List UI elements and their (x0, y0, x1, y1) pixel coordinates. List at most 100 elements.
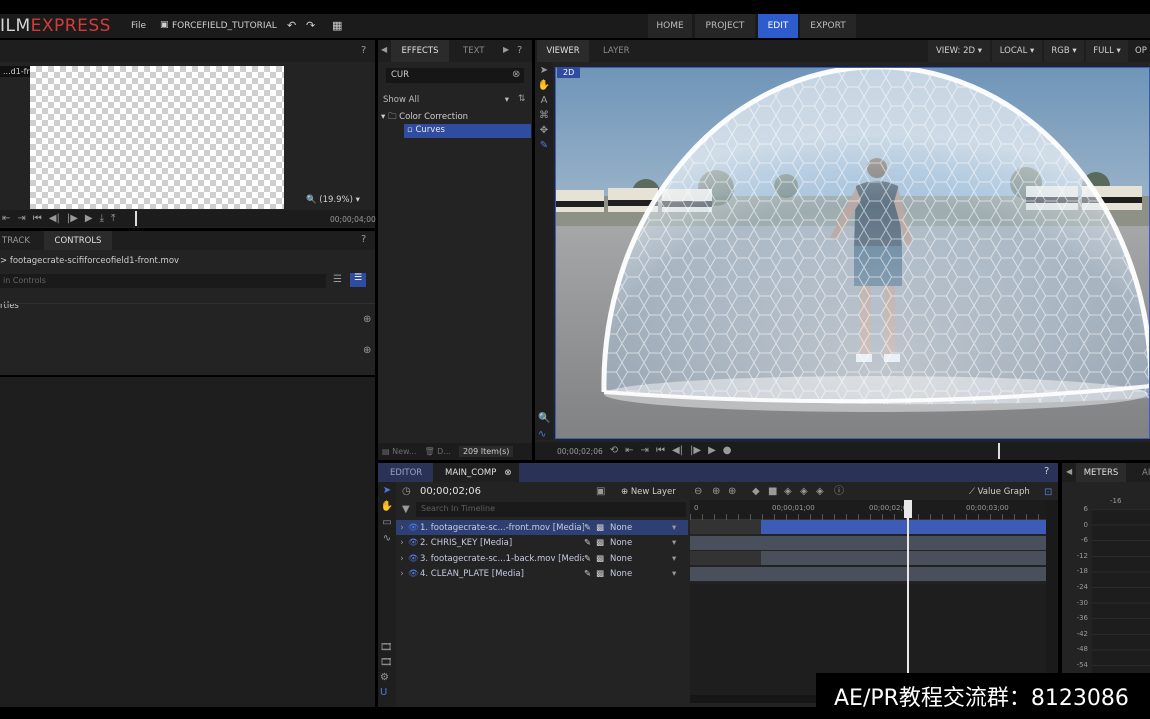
move-tool-icon[interactable]: ✥ (540, 126, 548, 136)
playhead[interactable] (135, 211, 137, 226)
effects-search-input[interactable]: CUR (386, 68, 524, 83)
keyframe-icon[interactable]: ◈ (800, 487, 808, 497)
nav-prev-icon[interactable]: ⊖ (694, 487, 702, 497)
effects-category[interactable]: ▾ 🗀 Color Correction (381, 111, 468, 125)
step-back-icon[interactable]: ◀| (672, 446, 683, 456)
add-icon[interactable]: ⊕ (363, 346, 371, 356)
pen-icon[interactable]: ✎ (584, 554, 596, 564)
help-icon[interactable]: ? (361, 235, 366, 245)
nav-next-icon[interactable]: ⊕ (728, 487, 736, 497)
eye-icon[interactable]: 👁 (408, 569, 420, 579)
tab-effects[interactable]: EFFECTS (391, 40, 449, 62)
controls-search-input[interactable]: in Controls (0, 274, 326, 288)
close-icon[interactable]: ⊗ (504, 468, 511, 478)
effects-item-curves[interactable]: ▫ Curves (404, 124, 531, 138)
tab-controls[interactable]: CONTROLS (44, 231, 112, 250)
step-fwd-icon[interactable]: |▶ (690, 446, 701, 456)
out-icon[interactable]: ⇥ (641, 446, 649, 456)
overlay-icon[interactable]: ⤒ (111, 213, 115, 224)
chevron-down-icon[interactable]: ▾ (672, 554, 676, 564)
keyframe-icon[interactable]: ◆ (752, 487, 760, 497)
list-view-icon[interactable]: ☰ (333, 275, 342, 285)
chevron-down-icon[interactable]: ▾ (672, 569, 676, 579)
transform-tool-icon[interactable]: ⌘ (539, 111, 549, 121)
info-icon[interactable]: ⓘ (834, 487, 844, 497)
viewer-canvas[interactable] (555, 67, 1150, 439)
help-icon[interactable]: ? (517, 46, 522, 56)
pen-icon[interactable]: ✎ (584, 538, 596, 548)
layer-row[interactable]: › 👁 3. footagecrate-sc...1-back.mov [Media… (396, 551, 688, 566)
tab-meters[interactable]: METERS (1076, 463, 1126, 482)
expand-icon[interactable]: › (396, 569, 408, 579)
keyframe-icon[interactable]: ◈ (784, 487, 792, 497)
zoom-tool-icon[interactable]: 🔍 (538, 414, 550, 424)
help-icon[interactable]: ? (1044, 467, 1049, 477)
view-mode-select[interactable]: VIEW: 2D ▾ (928, 40, 990, 62)
layer-clip[interactable] (690, 535, 1046, 550)
step-back-icon[interactable]: ◀| (49, 213, 60, 224)
expand-icon[interactable]: › (396, 554, 408, 564)
pen-tool-icon[interactable]: ✎ (540, 141, 548, 151)
layer-clip[interactable] (761, 551, 1046, 565)
detail-view-icon[interactable]: ☰ (350, 273, 366, 287)
chevron-left-icon[interactable]: ◀ (1066, 468, 1072, 476)
options-select[interactable]: OP (1135, 46, 1147, 56)
hand-tool-icon[interactable]: ✋ (381, 502, 393, 512)
insert-icon[interactable]: ⤓ (100, 213, 104, 224)
resolution-select[interactable]: FULL ▾ (1086, 40, 1128, 62)
add-icon[interactable]: ⊕ (363, 315, 371, 325)
timeline-search-input[interactable]: Search In Timeline (416, 502, 686, 517)
select-tool-icon[interactable]: ➤ (540, 66, 548, 76)
text-tool-icon[interactable]: A (541, 96, 548, 106)
chevron-right-icon[interactable]: ▶ (503, 46, 509, 54)
curve-tool-icon[interactable]: ∿ (383, 534, 391, 544)
undo-icon[interactable]: ↶ (287, 19, 296, 32)
select-tool-icon[interactable]: ➤ (383, 486, 391, 496)
nav-home[interactable]: HOME (648, 14, 692, 38)
slip-tool-icon[interactable]: ▭ (382, 518, 391, 528)
layer-row[interactable]: › 👁 4. CLEAN_PLATE [Media] ✎ ▩ None ▾ (396, 566, 688, 582)
film-icon[interactable]: 🎞 (380, 658, 393, 668)
stop-icon[interactable]: ■ (768, 487, 777, 497)
timeline-playhead-handle[interactable] (904, 500, 912, 518)
film-icon[interactable]: 🎞 (380, 643, 393, 653)
tab-viewer[interactable]: VIEWER (537, 40, 589, 62)
tab-track[interactable]: TRACK (2, 236, 30, 246)
clear-search-icon[interactable]: ⊗ (512, 70, 520, 80)
nav-project[interactable]: PROJECT (695, 14, 755, 38)
step-fwd-icon[interactable]: |▶ (67, 213, 78, 224)
tab-text[interactable]: TEXT (463, 46, 484, 56)
blend-mode-select[interactable]: None (610, 554, 672, 564)
zoom-fit-icon[interactable]: ⊡ (1044, 487, 1052, 498)
magnet-icon[interactable]: U (380, 688, 393, 698)
eye-icon[interactable]: 👁 (408, 554, 420, 564)
timeline-timecode[interactable]: 00;00;02;06 (420, 486, 481, 497)
tab-editor[interactable]: EDITOR (390, 468, 422, 478)
delete-effect-button[interactable]: 🗑 D... (424, 447, 451, 456)
pen-icon[interactable]: ✎ (584, 569, 596, 579)
render-icon[interactable]: ▣ (596, 487, 605, 497)
in-icon[interactable]: ⇤ (2, 213, 10, 224)
settings-icon[interactable]: ⚙ (380, 673, 393, 683)
keyframe-icon[interactable]: ◈ (816, 487, 824, 497)
effects-filter-select[interactable]: Show All ▾ (383, 95, 509, 105)
viewer-playhead[interactable] (998, 443, 1000, 459)
timeline-ruler[interactable]: 0 00;00;01;00 00;00;02;00 00;00;03;00 (690, 500, 1046, 520)
help-icon[interactable]: ? (361, 46, 366, 56)
eye-icon[interactable]: 👁 (408, 523, 420, 533)
nav-export[interactable]: EXPORT (800, 14, 856, 38)
out-icon[interactable]: ⇥ (17, 213, 25, 224)
menu-file[interactable]: File (131, 21, 146, 31)
value-graph-button[interactable]: ⟋ Value Graph (969, 487, 1030, 497)
new-effect-button[interactable]: ▤ New... (382, 447, 416, 456)
matte-icon[interactable]: ▩ (596, 554, 610, 564)
layer-clip[interactable] (690, 566, 1046, 581)
matte-icon[interactable]: ▩ (596, 538, 610, 548)
timeline-playhead[interactable] (907, 500, 909, 678)
pen-icon[interactable]: ✎ (584, 523, 596, 533)
blend-mode-select[interactable]: None (610, 569, 672, 579)
layer-row[interactable]: › 👁 1. footagecrate-sc...-front.mov [Media… (396, 520, 688, 535)
layer-row[interactable]: › 👁 2. CHRIS_KEY [Media] ✎ ▩ None ▾ (396, 535, 688, 551)
blend-mode-select[interactable]: None (610, 538, 672, 548)
nav-edit[interactable]: EDIT (758, 14, 798, 38)
